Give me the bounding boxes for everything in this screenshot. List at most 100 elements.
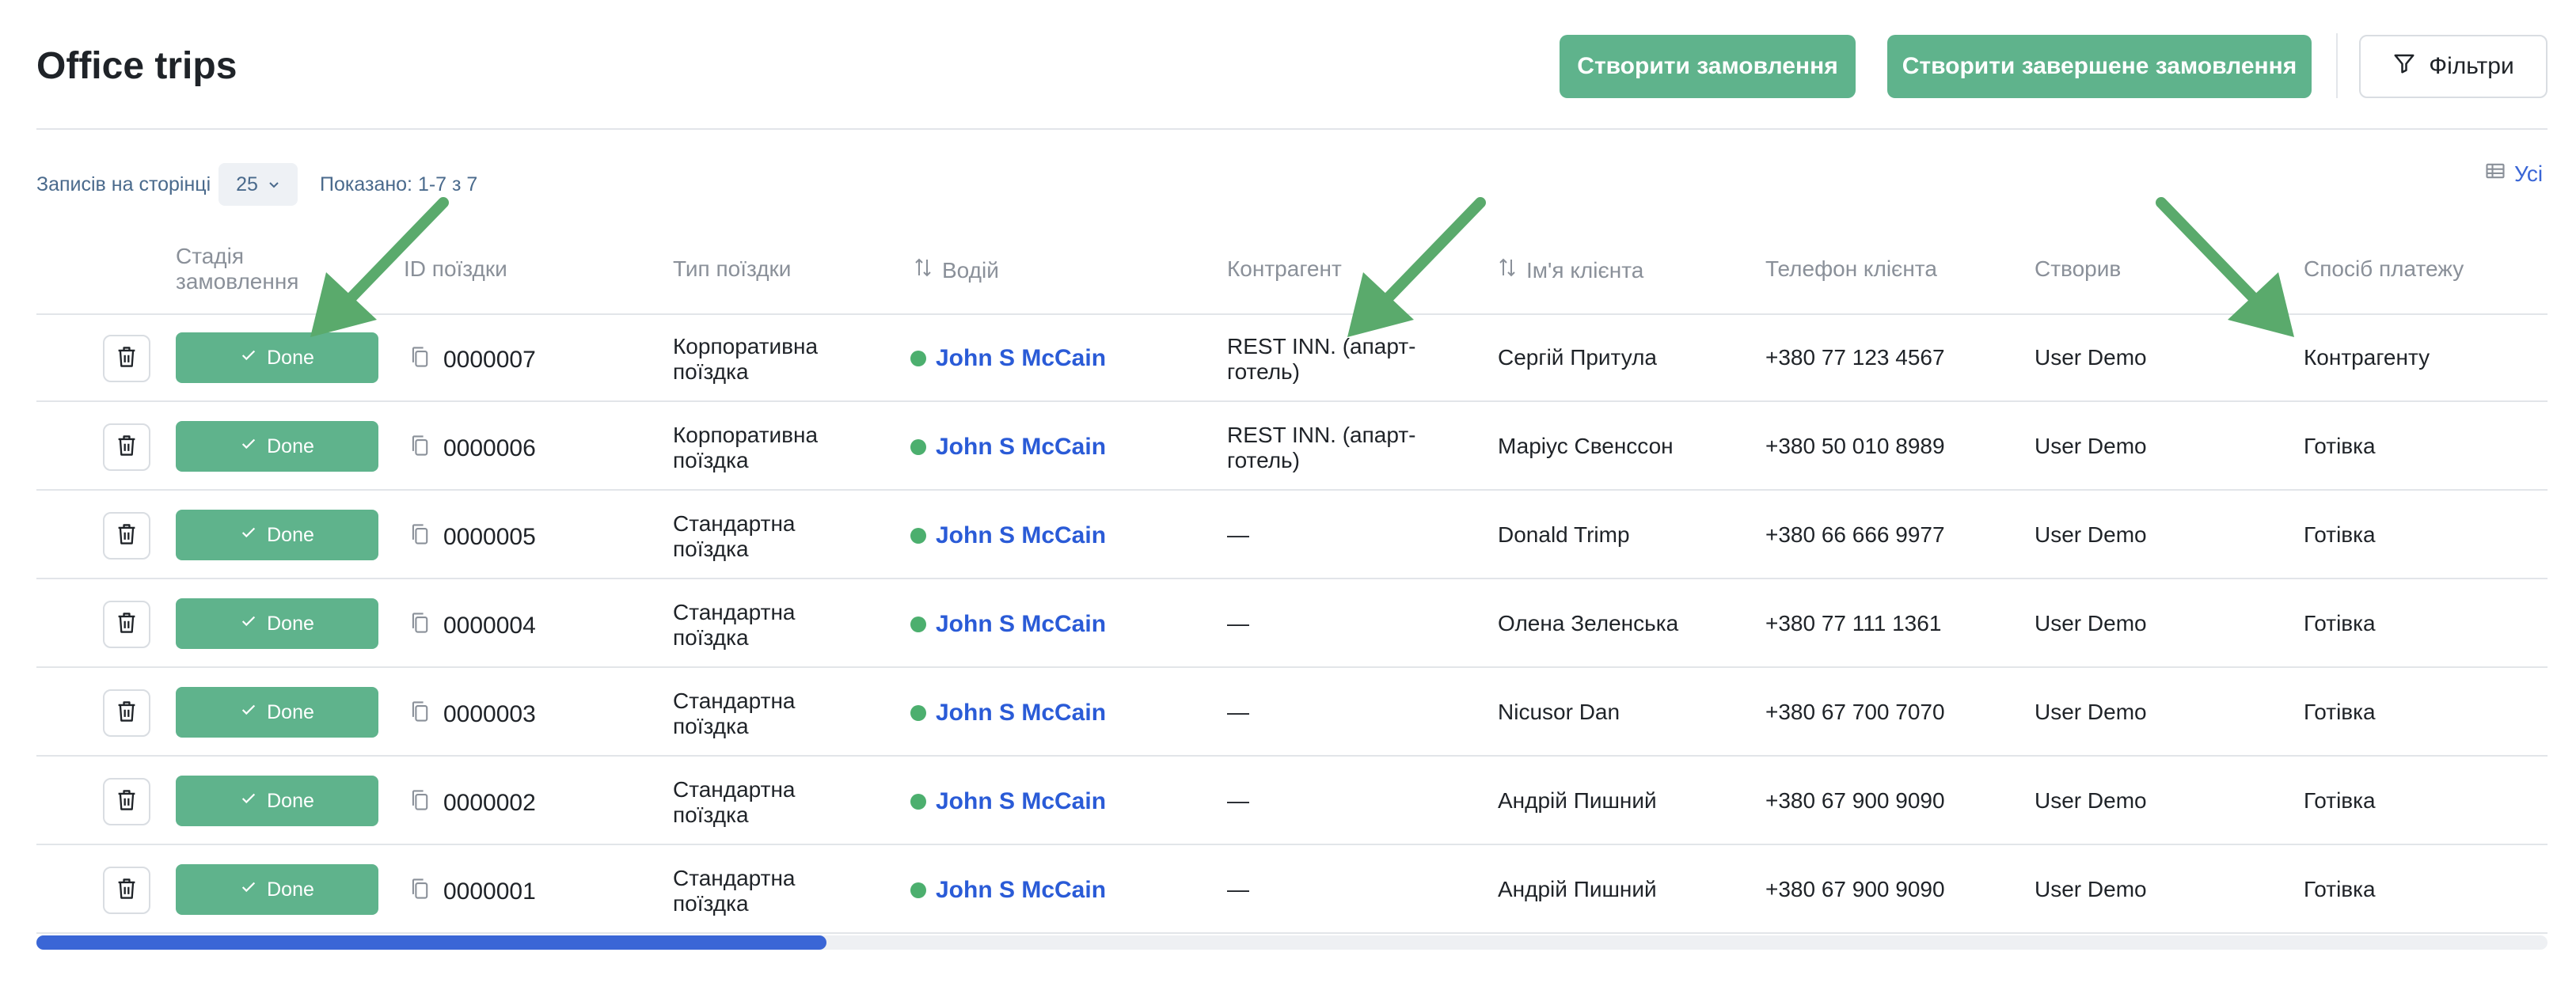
created-by: User Demo xyxy=(2035,345,2147,370)
header-client-phone: Телефон клієнта xyxy=(1765,256,1937,281)
horizontal-scrollbar-thumb[interactable] xyxy=(36,935,826,950)
header-stage-line1: Стадія xyxy=(176,244,245,268)
contractor-line1: REST INN. (апарт- xyxy=(1227,423,1416,447)
toolbar-divider xyxy=(2336,33,2338,98)
table-row[interactable]: Done 0000005 Стандартна поїздка John S M… xyxy=(36,492,2548,579)
copy-icon[interactable] xyxy=(408,611,431,641)
delete-button[interactable] xyxy=(103,335,150,382)
trip-id-value: 0000007 xyxy=(443,347,536,373)
stage-badge[interactable]: Done xyxy=(176,598,378,649)
driver-name: John S McCain xyxy=(936,788,1107,814)
client-phone: +380 66 666 9977 xyxy=(1765,522,1945,547)
row-divider xyxy=(36,666,2548,668)
create-order-button[interactable]: Створити замовлення xyxy=(1560,35,1856,98)
sort-icon xyxy=(1498,256,1517,284)
driver-link[interactable]: John S McCain xyxy=(910,522,1106,549)
stage-label: Done xyxy=(267,789,314,812)
trip-type-line1: Стандартна xyxy=(673,777,796,802)
filter-icon xyxy=(2392,51,2416,82)
trash-icon xyxy=(116,522,138,550)
copy-icon[interactable] xyxy=(408,877,431,907)
stage-badge[interactable]: Done xyxy=(176,687,378,738)
trip-type: Стандартна поїздка xyxy=(673,689,796,739)
copy-icon[interactable] xyxy=(408,700,431,730)
filters-label: Фільтри xyxy=(2429,53,2514,79)
contractor-line2: готель) xyxy=(1227,359,1300,384)
check-icon xyxy=(240,790,257,813)
stage-badge[interactable]: Done xyxy=(176,864,378,915)
check-icon xyxy=(240,347,257,370)
delete-button[interactable] xyxy=(103,601,150,648)
client-name: Donald Trimp xyxy=(1498,522,1630,547)
stage-badge[interactable]: Done xyxy=(176,421,378,472)
trip-type: Стандартна поїздка xyxy=(673,600,796,651)
header-divider xyxy=(36,128,2548,130)
columns-toggle[interactable]: Усі xyxy=(2484,160,2543,188)
table-row[interactable]: Done 0000006 Корпоративна поїздка John S… xyxy=(36,404,2548,491)
per-page-select[interactable]: 25 xyxy=(218,163,298,206)
stage-badge[interactable]: Done xyxy=(176,510,378,560)
delete-button[interactable] xyxy=(103,423,150,471)
trip-id-value: 0000001 xyxy=(443,878,536,905)
stage-badge[interactable]: Done xyxy=(176,776,378,826)
header-client-name[interactable]: Ім'я клієнта xyxy=(1498,256,1643,284)
client-phone: +380 77 123 4567 xyxy=(1765,345,1945,370)
trip-id-value: 0000005 xyxy=(443,524,536,550)
trip-type-line2: поїздка xyxy=(673,714,749,738)
created-by: User Demo xyxy=(2035,522,2147,547)
filters-button[interactable]: Фільтри xyxy=(2359,35,2548,98)
delete-button[interactable] xyxy=(103,689,150,737)
trip-type: Корпоративна поїздка xyxy=(673,423,818,473)
copy-icon[interactable] xyxy=(408,345,431,375)
client-name: Андрій Пишний xyxy=(1498,877,1657,901)
header-client-name-label: Ім'я клієнта xyxy=(1526,257,1644,283)
stage-label: Done xyxy=(267,434,314,457)
header-driver[interactable]: Водій xyxy=(914,256,999,284)
client-name: Сергій Притула xyxy=(1498,345,1657,370)
trip-type-line2: поїздка xyxy=(673,802,749,827)
client-name: Nicusor Dan xyxy=(1498,700,1620,724)
contractor-line1: — xyxy=(1227,611,1249,635)
client-name: Олена Зеленська xyxy=(1498,611,1679,635)
trash-icon xyxy=(116,700,138,727)
trip-id-value: 0000006 xyxy=(443,435,536,461)
driver-link[interactable]: John S McCain xyxy=(910,434,1106,461)
delete-button[interactable] xyxy=(103,867,150,914)
trip-type-line2: поїздка xyxy=(673,625,749,650)
client-phone: +380 50 010 8989 xyxy=(1765,434,1945,458)
stage-label: Done xyxy=(267,612,314,635)
status-dot xyxy=(910,439,926,455)
driver-link[interactable]: John S McCain xyxy=(910,345,1106,372)
header-trip-type: Тип поїздки xyxy=(673,256,792,281)
driver-link[interactable]: John S McCain xyxy=(910,611,1106,638)
header-created-by: Створив xyxy=(2035,256,2122,281)
trip-type: Стандартна поїздка xyxy=(673,777,796,828)
trash-icon xyxy=(116,877,138,905)
driver-name: John S McCain xyxy=(936,434,1107,460)
copy-icon[interactable] xyxy=(408,522,431,552)
row-divider xyxy=(36,755,2548,757)
copy-icon[interactable] xyxy=(408,788,431,818)
table-row[interactable]: Done 0000002 Стандартна поїздка John S M… xyxy=(36,758,2548,845)
copy-icon[interactable] xyxy=(408,434,431,464)
trip-id: 0000001 xyxy=(408,877,536,907)
trip-type-line1: Корпоративна xyxy=(673,334,819,359)
driver-link[interactable]: John S McCain xyxy=(910,877,1106,904)
trip-type-line1: Стандартна xyxy=(673,866,796,890)
trip-type: Стандартна поїздка xyxy=(673,511,796,562)
table-row[interactable]: Done 0000003 Стандартна поїздка John S M… xyxy=(36,670,2548,757)
driver-link[interactable]: John S McCain xyxy=(910,700,1106,727)
trip-id-value: 0000004 xyxy=(443,613,536,639)
table-row[interactable]: Done 0000004 Стандартна поїздка John S M… xyxy=(36,581,2548,668)
contractor: — xyxy=(1227,788,1249,814)
contractor-line1: — xyxy=(1227,788,1249,813)
chevron-down-icon xyxy=(268,173,280,196)
row-divider xyxy=(36,400,2548,402)
driver-link[interactable]: John S McCain xyxy=(910,788,1106,815)
table-row[interactable]: Done 0000001 Стандартна поїздка John S M… xyxy=(36,847,2548,934)
create-completed-order-button[interactable]: Створити завершене замовлення xyxy=(1887,35,2312,98)
delete-button[interactable] xyxy=(103,778,150,825)
trip-type-line2: поїздка xyxy=(673,891,749,916)
delete-button[interactable] xyxy=(103,512,150,560)
check-icon xyxy=(240,701,257,724)
